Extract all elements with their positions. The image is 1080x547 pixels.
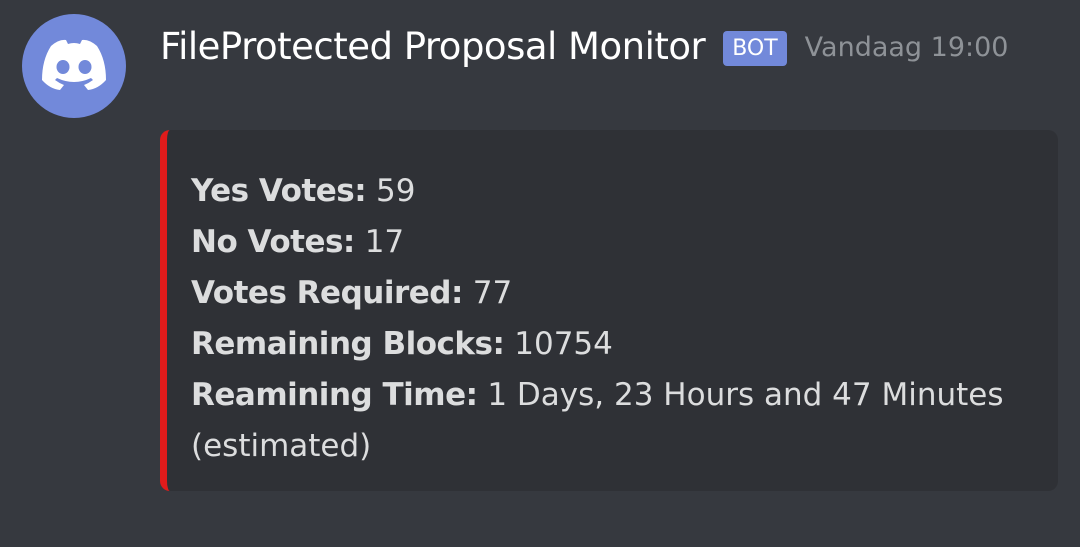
username[interactable]: FileProtected Proposal Monitor <box>160 25 706 68</box>
field-value: 59 <box>376 173 416 209</box>
field-value: 17 <box>364 224 405 260</box>
timestamp[interactable]: Vandaag 19:00 <box>805 32 1009 63</box>
discord-logo-icon <box>42 39 106 90</box>
field-name: Reamining Time: <box>191 377 478 413</box>
embed-fields: Yes Votes: 59 No Votes: 17 Votes Require… <box>191 166 1028 472</box>
field-no-votes: No Votes: 17 <box>191 217 1028 268</box>
field-name: Votes Required: <box>191 275 463 311</box>
bot-tag: BOT <box>723 30 787 66</box>
field-votes-required: Votes Required: 77 <box>191 268 1028 319</box>
field-remaining-blocks: Remaining Blocks: 10754 <box>191 319 1028 370</box>
field-value: 10754 <box>514 326 613 362</box>
field-name: Yes Votes: <box>191 173 367 209</box>
chat-message: FileProtected Proposal Monitor BOT Vanda… <box>0 0 1080 547</box>
note-text: (estimated) <box>191 428 372 464</box>
estimated-note: (estimated) <box>191 421 1028 472</box>
field-name: No Votes: <box>191 224 355 260</box>
field-yes-votes: Yes Votes: 59 <box>191 166 1028 217</box>
avatar[interactable] <box>22 14 126 118</box>
message-header: FileProtected Proposal Monitor BOT Vanda… <box>160 20 1008 72</box>
field-name: Remaining Blocks: <box>191 326 505 362</box>
field-value: 77 <box>472 275 513 311</box>
embed: Yes Votes: 59 No Votes: 17 Votes Require… <box>160 130 1058 491</box>
field-value: 1 Days, 23 Hours and 47 Minutes <box>487 377 1004 413</box>
field-remaining-time: Reamining Time: 1 Days, 23 Hours and 47 … <box>191 370 1028 421</box>
